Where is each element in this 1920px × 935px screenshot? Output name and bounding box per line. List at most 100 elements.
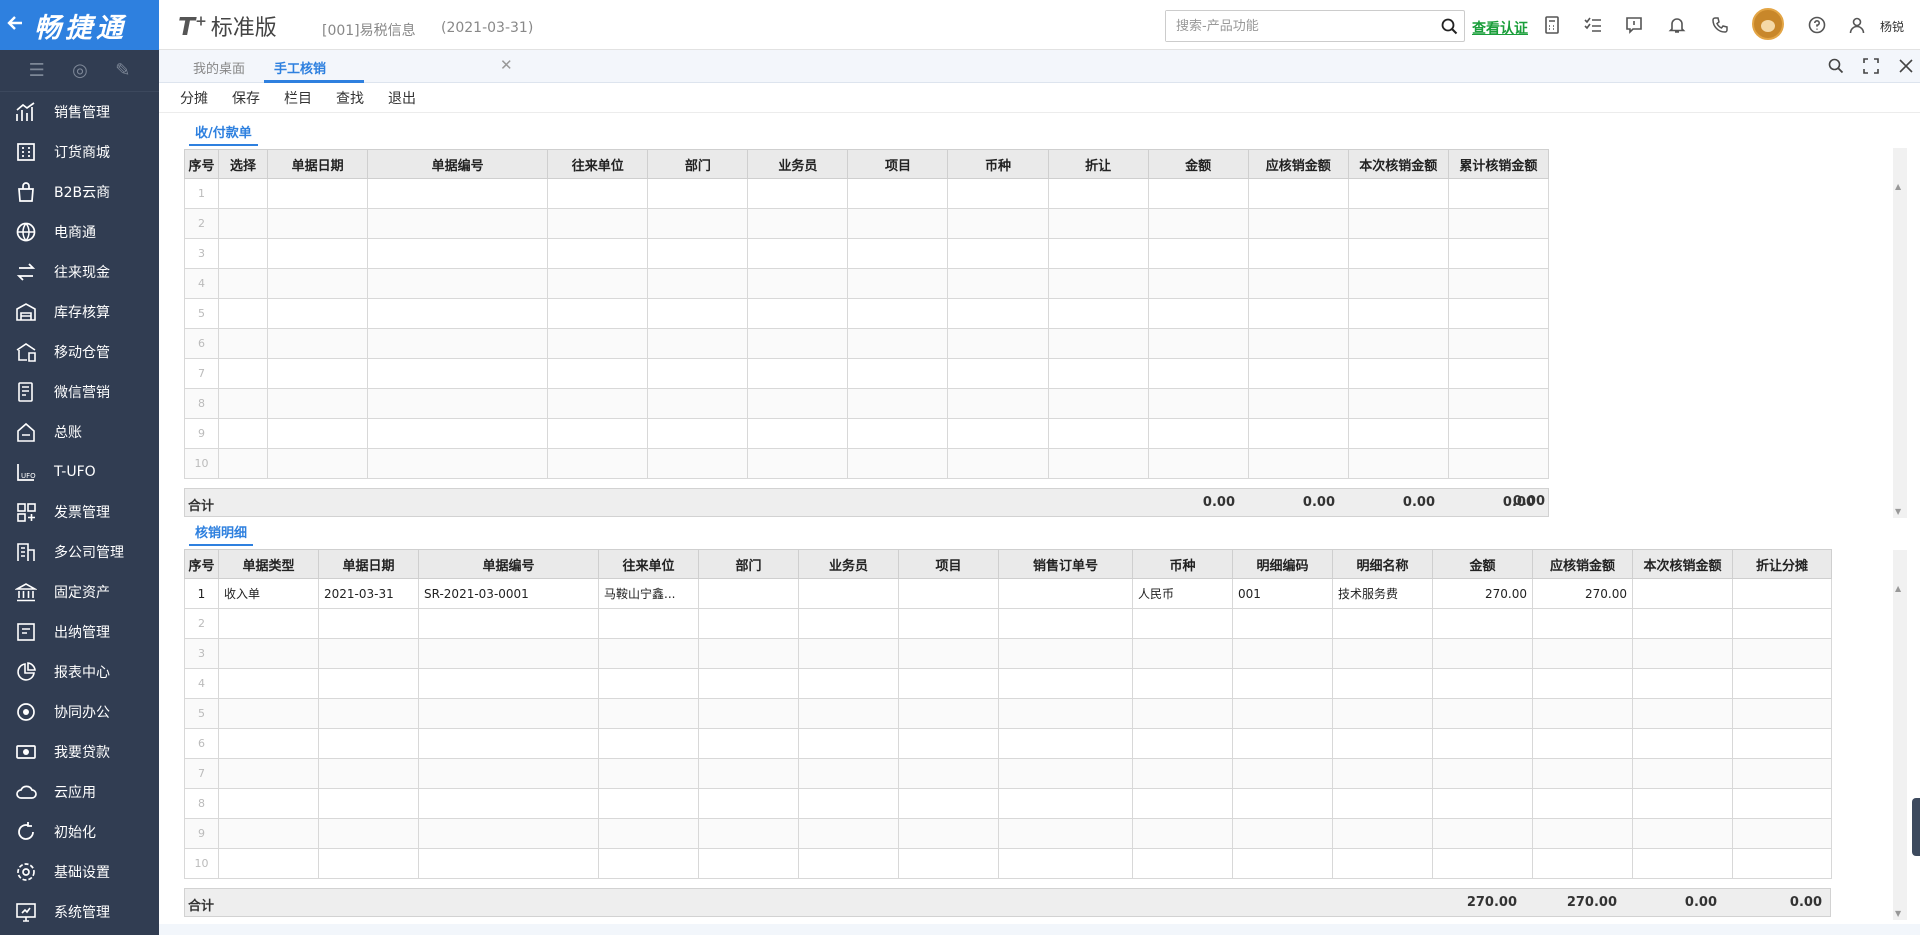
table-cell[interactable]	[947, 358, 1049, 389]
table-cell[interactable]	[1232, 638, 1333, 669]
table-cell[interactable]	[1632, 758, 1733, 789]
table-cell[interactable]	[598, 668, 699, 699]
column-header[interactable]: 单据日期	[318, 549, 419, 579]
table-cell[interactable]	[1247, 268, 1349, 299]
doc-type-cell[interactable]: 收入单	[218, 578, 319, 609]
close-tab-icon[interactable]: ✕	[500, 56, 513, 74]
table-cell[interactable]	[1132, 698, 1233, 729]
table-cell[interactable]	[598, 788, 699, 819]
table-cell[interactable]	[1232, 728, 1333, 759]
table-cell[interactable]	[947, 328, 1049, 359]
table-cell[interactable]	[218, 328, 269, 359]
exit-button[interactable]: 退出	[388, 88, 416, 108]
currency-cell[interactable]: 人民币	[1132, 578, 1233, 609]
table-cell[interactable]	[698, 848, 799, 879]
table-cell[interactable]	[218, 848, 319, 879]
column-header[interactable]: 本次核销金额	[1347, 149, 1449, 179]
table-cell[interactable]	[267, 208, 369, 239]
table-cell[interactable]	[898, 608, 999, 639]
table-cell[interactable]	[218, 208, 269, 239]
table-cell[interactable]	[898, 818, 999, 849]
table-cell[interactable]	[798, 608, 899, 639]
table-cell[interactable]	[1247, 208, 1349, 239]
table-cell[interactable]	[1732, 758, 1832, 789]
table-cell[interactable]	[1332, 788, 1433, 819]
table-cell[interactable]	[1532, 728, 1633, 759]
table-cell[interactable]	[898, 698, 999, 729]
table-cell[interactable]	[1532, 668, 1633, 699]
user-icon[interactable]	[1846, 14, 1868, 36]
table-row[interactable]: 9	[183, 418, 1550, 449]
table-row[interactable]: 10	[183, 448, 1550, 479]
table-cell[interactable]	[1047, 418, 1149, 449]
table-cell[interactable]	[798, 758, 899, 789]
table-cell[interactable]	[1532, 638, 1633, 669]
table-cell[interactable]	[267, 388, 369, 419]
table-cell[interactable]	[1232, 668, 1333, 699]
sidebar-item-7[interactable]: 微信营销	[0, 372, 159, 412]
table-row[interactable]: 6	[184, 728, 1832, 759]
table-cell[interactable]	[698, 668, 799, 699]
table-cell[interactable]	[1132, 788, 1233, 819]
table-cell[interactable]	[218, 728, 319, 759]
table-cell[interactable]	[998, 728, 1133, 759]
column-header[interactable]: 折让	[1047, 149, 1149, 179]
table-cell[interactable]	[1447, 388, 1550, 419]
search-icon[interactable]	[1441, 18, 1458, 35]
table-cell[interactable]	[598, 728, 699, 759]
current-writeoff-cell[interactable]	[1632, 578, 1733, 609]
table-cell[interactable]	[847, 208, 949, 239]
table-cell[interactable]	[1447, 298, 1550, 329]
table-cell[interactable]	[598, 818, 699, 849]
side-drawer-handle[interactable]	[1912, 798, 1920, 856]
table-row[interactable]: 1 收入单 2021-03-31 SR-2021-03-0001 马鞍山宁鑫..…	[184, 578, 1832, 609]
table-cell[interactable]	[1332, 758, 1433, 789]
table-cell[interactable]	[1247, 298, 1349, 329]
table-cell[interactable]	[1447, 358, 1550, 389]
table-cell[interactable]	[647, 418, 749, 449]
table-cell[interactable]	[1532, 758, 1633, 789]
user-name[interactable]: 杨锐	[1880, 18, 1904, 35]
table-cell[interactable]	[1332, 698, 1433, 729]
column-header[interactable]: 单据编号	[418, 549, 599, 579]
table-cell[interactable]	[1532, 788, 1633, 819]
table-cell[interactable]	[947, 418, 1049, 449]
table-cell[interactable]	[598, 608, 699, 639]
table-row[interactable]: 7	[184, 758, 1832, 789]
table-cell[interactable]	[218, 818, 319, 849]
table-row[interactable]: 8	[184, 788, 1832, 819]
table-cell[interactable]	[218, 178, 269, 209]
table-cell[interactable]	[1132, 848, 1233, 879]
sidebar-item-3[interactable]: 电商通	[0, 212, 159, 252]
table-cell[interactable]	[1232, 608, 1333, 639]
calculator-icon[interactable]	[1541, 14, 1563, 36]
amount-cell[interactable]: 270.00	[1432, 578, 1533, 609]
table-cell[interactable]	[547, 238, 649, 269]
table-cell[interactable]	[218, 388, 269, 419]
table-cell[interactable]	[547, 388, 649, 419]
table-cell[interactable]	[1047, 268, 1149, 299]
table-cell[interactable]	[947, 178, 1049, 209]
table-cell[interactable]	[418, 788, 599, 819]
table-cell[interactable]	[998, 788, 1133, 819]
table-cell[interactable]	[1232, 698, 1333, 729]
tab-my-desktop[interactable]: 我的桌面	[193, 58, 245, 77]
table-cell[interactable]	[598, 638, 699, 669]
sidebar-item-0[interactable]: 销售管理	[0, 92, 159, 132]
table-cell[interactable]	[947, 268, 1049, 299]
table-cell[interactable]	[318, 638, 419, 669]
table-cell[interactable]	[318, 668, 419, 699]
table-cell[interactable]	[898, 638, 999, 669]
table-cell[interactable]	[1532, 608, 1633, 639]
table-cell[interactable]	[1432, 848, 1533, 879]
table-cell[interactable]	[647, 298, 749, 329]
sidebar-item-15[interactable]: 协同办公	[0, 692, 159, 732]
doc-date-cell[interactable]: 2021-03-31	[318, 578, 419, 609]
table-cell[interactable]	[367, 448, 549, 479]
columns-button[interactable]: 栏目	[284, 88, 312, 108]
table-cell[interactable]	[1147, 328, 1249, 359]
avatar-monkey-icon[interactable]	[1752, 8, 1784, 40]
verify-link[interactable]: 查看认证	[1472, 18, 1528, 38]
table-cell[interactable]	[1447, 418, 1550, 449]
due-amount-cell[interactable]: 270.00	[1532, 578, 1633, 609]
